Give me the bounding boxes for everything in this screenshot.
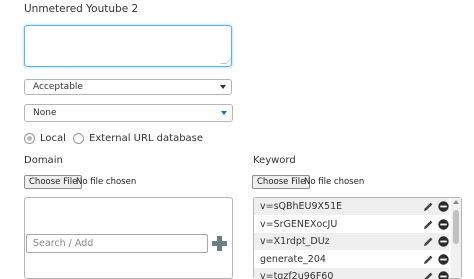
keyword-item-text: v=X1rdpt_DUz xyxy=(260,236,330,247)
keyword-item-text: v=sQBhEU9X51E xyxy=(260,201,343,212)
radio-local[interactable]: Local xyxy=(24,133,66,144)
remove-icon[interactable] xyxy=(438,236,449,247)
keyword-list-item[interactable]: v=sQBhEU9X51E xyxy=(254,198,449,215)
section-title: Unmetered Youtube 2 xyxy=(24,3,139,15)
radio-external-button[interactable] xyxy=(73,133,84,144)
keyword-list-item[interactable]: v=X1rdpt_DUz xyxy=(254,233,449,250)
resize-handle-icon[interactable] xyxy=(220,58,232,64)
keyword-label: Keyword xyxy=(253,155,296,166)
keyword-list-item[interactable]: v=SrGENEXocJU xyxy=(254,216,449,233)
radio-external-label: External URL database xyxy=(89,133,204,144)
edit-icon[interactable] xyxy=(423,236,434,247)
option-select[interactable]: None xyxy=(24,104,233,122)
option-select-value: None xyxy=(33,108,57,118)
domain-file-status: No file chosen xyxy=(76,177,137,187)
status-select[interactable]: Acceptable xyxy=(24,79,232,95)
keyword-scrollbar[interactable] xyxy=(451,198,461,278)
description-textarea[interactable] xyxy=(24,25,232,67)
keyword-list-item[interactable]: generate_204 xyxy=(254,251,449,268)
remove-icon[interactable] xyxy=(438,201,449,212)
radio-local-button[interactable] xyxy=(24,133,35,144)
remove-icon[interactable] xyxy=(438,271,449,279)
keyword-item-text: v=tgzf2u96F60 xyxy=(260,271,334,279)
edit-icon[interactable] xyxy=(423,219,434,230)
keyword-file-status: No file chosen xyxy=(304,177,365,187)
keyword-choose-file-button[interactable]: Choose File xyxy=(252,175,311,189)
domain-search-input[interactable]: Search / Add xyxy=(26,234,208,253)
remove-icon[interactable] xyxy=(438,218,449,230)
edit-icon[interactable] xyxy=(423,201,434,212)
radio-external[interactable]: External URL database xyxy=(73,133,203,144)
chevron-down-icon xyxy=(220,85,226,89)
keyword-item-text: generate_204 xyxy=(260,253,326,265)
edit-icon[interactable] xyxy=(423,271,434,279)
scroll-up-icon[interactable] xyxy=(453,200,459,204)
domain-choose-file-button[interactable]: Choose File xyxy=(24,175,83,189)
scroll-thumb[interactable] xyxy=(453,210,459,244)
remove-icon[interactable] xyxy=(438,253,449,265)
domain-label: Domain xyxy=(24,155,63,166)
status-select-value: Acceptable xyxy=(33,82,83,92)
radio-local-label: Local xyxy=(40,133,66,144)
keyword-list-item[interactable]: v=tgzf2u96F60 xyxy=(254,268,449,279)
keyword-item-text: v=SrGENEXocJU xyxy=(260,218,338,230)
add-icon[interactable] xyxy=(212,236,227,251)
chevron-down-icon xyxy=(221,111,227,115)
edit-icon[interactable] xyxy=(423,254,434,265)
